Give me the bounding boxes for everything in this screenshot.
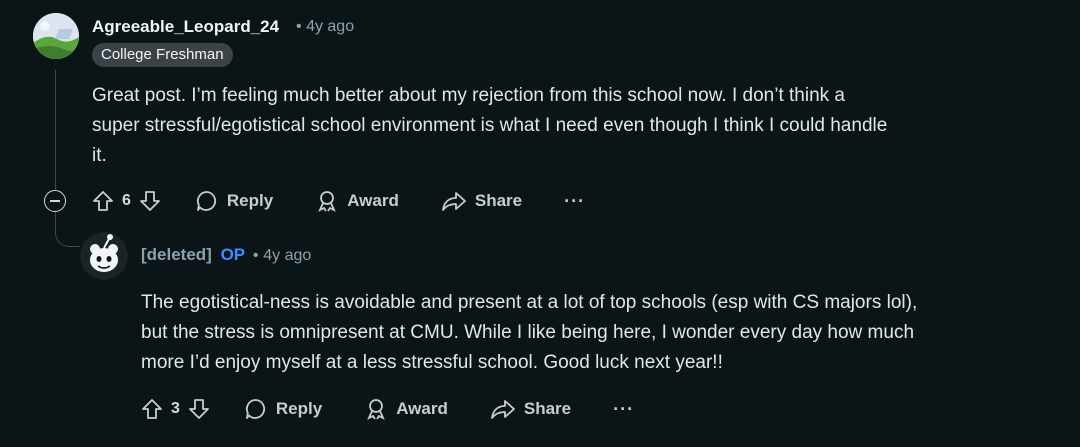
award-button[interactable]: Award — [315, 189, 399, 213]
downvote-icon[interactable] — [188, 398, 210, 420]
upvote-icon[interactable] — [141, 398, 163, 420]
separator-dot: • — [296, 18, 302, 35]
comment-line: The egotistical-ness is avoidable and pr… — [141, 292, 918, 313]
comment-header: [deleted] OP • 4y ago — [141, 245, 311, 265]
more-options-button[interactable]: ··· — [564, 191, 585, 212]
avatar[interactable] — [33, 13, 79, 59]
avatar[interactable] — [80, 232, 128, 280]
award-icon — [367, 399, 385, 420]
vote-group: 6 — [92, 190, 161, 212]
separator-dot: • — [252, 247, 259, 264]
share-button[interactable]: Share — [441, 189, 522, 213]
award-label: Award — [396, 399, 448, 418]
award-label: Award — [347, 191, 399, 210]
award-button[interactable]: Award — [364, 397, 448, 421]
comment-line: Great post. I’m feeling much better abou… — [92, 85, 845, 106]
reply-bubble-icon — [196, 191, 216, 211]
comment-actions: 3 Reply Award Share ··· — [141, 397, 634, 421]
minus-icon — [50, 200, 60, 202]
vote-count: 6 — [122, 192, 131, 209]
comment-line: more I’d enjoy myself at a less stressfu… — [141, 352, 723, 373]
more-options-button[interactable]: ··· — [613, 399, 634, 420]
comment-line: it. — [92, 145, 107, 166]
share-button[interactable]: Share — [490, 397, 571, 421]
reply-button[interactable]: Reply — [195, 189, 273, 213]
comment-body: The egotistical-ness is avoidable and pr… — [141, 288, 917, 378]
user-flair: College Freshman — [92, 43, 233, 67]
share-arrow-icon — [441, 192, 466, 211]
op-badge: OP — [220, 245, 246, 264]
share-arrow-icon — [490, 400, 515, 419]
reply-label: Reply — [226, 191, 274, 210]
vote-group: 3 — [141, 398, 210, 420]
reply-bubble-icon — [245, 399, 265, 419]
award-icon — [318, 191, 336, 212]
comment-actions: 6 Reply Award Share ··· — [92, 189, 585, 213]
collapse-thread-button[interactable] — [44, 190, 66, 212]
reply-button[interactable]: Reply — [244, 397, 322, 421]
upvote-icon[interactable] — [92, 190, 114, 212]
username[interactable]: [deleted] — [141, 245, 212, 264]
comment-line: super stressful/egotistical school envir… — [92, 115, 888, 136]
comment-line: but the stress is omnipresent at CMU. Wh… — [141, 322, 915, 343]
timestamp: • 4y ago — [296, 18, 354, 36]
thread-connector — [55, 212, 80, 247]
thread-line — [55, 70, 56, 190]
comment-body: Great post. I’m feeling much better abou… — [92, 81, 887, 171]
reply-label: Reply — [275, 399, 323, 418]
vote-count: 3 — [171, 400, 180, 417]
share-label: Share — [523, 399, 572, 418]
share-label: Share — [474, 191, 523, 210]
timestamp-text: 4y ago — [263, 247, 312, 264]
timestamp-text: 4y ago — [306, 18, 355, 35]
downvote-icon[interactable] — [139, 190, 161, 212]
username[interactable]: Agreeable_Leopard_24 — [92, 17, 279, 37]
